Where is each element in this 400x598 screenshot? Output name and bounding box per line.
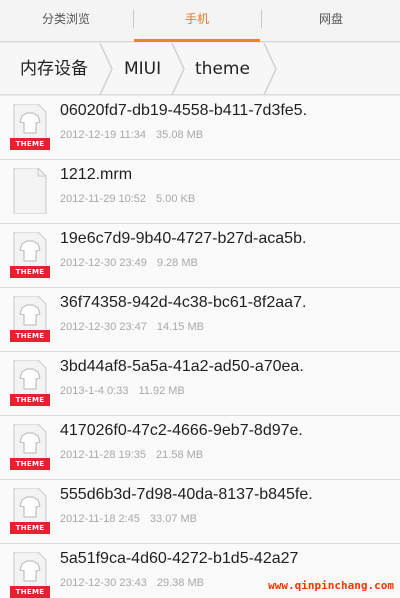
- list-item[interactable]: THEME 417026f0-47c2-4666-9eb7-8d97e. 201…: [0, 416, 400, 480]
- file-meta: 2013-1-4 0:33 11.92 MB: [60, 385, 185, 397]
- theme-badge: THEME: [10, 458, 50, 470]
- file-name: 555d6b3d-7d98-40da-8137-b845fe.: [60, 486, 313, 503]
- file-size: 5.00 KB: [156, 193, 196, 205]
- tab-phone[interactable]: 手机: [134, 0, 260, 42]
- tab-label: 分类浏览: [41, 12, 90, 26]
- file-meta: 2012-12-30 23:43 29.38 MB: [60, 577, 204, 589]
- file-name: 06020fd7-db19-4558-b411-7d3fe5.: [60, 102, 308, 119]
- file-size: 14.15 MB: [156, 321, 204, 333]
- file-size: 33.07 MB: [149, 513, 198, 525]
- breadcrumb: 内存设备 MIUI theme: [0, 43, 400, 95]
- file-icon: [10, 167, 50, 215]
- chevron-right-icon: [263, 43, 277, 95]
- file-name: 3bd44af8-5a5a-41a2-ad50-a70ea.: [60, 358, 304, 375]
- file-meta: 2012-12-30 23:47 14.15 MB: [60, 321, 204, 333]
- file-meta: 2012-12-30 23:49 9.28 MB: [60, 257, 198, 269]
- breadcrumb-item-internal-storage[interactable]: 内存设备: [20, 43, 88, 95]
- file-name: 1212.mrm: [60, 166, 133, 183]
- breadcrumb-label: MIUI: [124, 59, 162, 79]
- file-meta: 2012-11-18 2:45 33.07 MB: [60, 513, 197, 525]
- breadcrumb-label: theme: [195, 59, 250, 79]
- tab-cloud-drive[interactable]: 网盘: [262, 0, 400, 42]
- list-item[interactable]: THEME 36f74358-942d-4c38-bc61-8f2aa7. 20…: [0, 288, 400, 352]
- file-size: 9.28 MB: [156, 257, 198, 269]
- theme-badge: THEME: [10, 586, 50, 598]
- theme-badge: THEME: [10, 522, 50, 534]
- theme-file-icon: THEME: [10, 423, 50, 471]
- theme-file-icon: THEME: [10, 295, 50, 343]
- file-date: 2013-1-4 0:33: [60, 385, 129, 397]
- watermark: www.qinpinchang.com: [268, 579, 394, 592]
- file-date: 2012-12-30 23:43: [60, 577, 147, 589]
- list-item[interactable]: THEME 19e6c7d9-9b40-4727-b27d-aca5b. 201…: [0, 224, 400, 288]
- list-item[interactable]: THEME 3bd44af8-5a5a-41a2-ad50-a70ea. 201…: [0, 352, 400, 416]
- theme-file-icon: THEME: [10, 487, 50, 535]
- file-size: 11.92 MB: [138, 385, 185, 397]
- theme-badge: THEME: [10, 266, 50, 278]
- file-size: 29.38 MB: [156, 577, 204, 589]
- chevron-right-icon: [171, 43, 185, 95]
- file-meta: 2012-12-19 11:34 35.08 MB: [60, 129, 203, 141]
- theme-file-icon: THEME: [10, 551, 50, 598]
- file-name: 5a51f9ca-4d60-4272-b1d5-42a27: [60, 550, 299, 567]
- list-item[interactable]: THEME 06020fd7-db19-4558-b411-7d3fe5. 20…: [0, 96, 400, 160]
- file-date: 2012-11-29 10:52: [60, 193, 147, 205]
- breadcrumb-item-theme[interactable]: theme: [195, 43, 250, 95]
- theme-badge: THEME: [10, 394, 50, 406]
- tab-label: 手机: [184, 12, 209, 26]
- tab-label: 网盘: [318, 12, 343, 26]
- active-tab-indicator: [134, 39, 260, 42]
- theme-file-icon: THEME: [10, 231, 50, 279]
- file-date: 2012-12-30 23:49: [60, 257, 147, 269]
- theme-badge: THEME: [10, 138, 50, 150]
- tab-category-browse[interactable]: 分类浏览: [0, 0, 132, 42]
- file-date: 2012-11-28 19:35: [60, 449, 147, 461]
- list-item[interactable]: 1212.mrm 2012-11-29 10:52 5.00 KB: [0, 160, 400, 224]
- file-name: 417026f0-47c2-4666-9eb7-8d97e.: [60, 422, 303, 439]
- breadcrumb-item-miui[interactable]: MIUI: [124, 43, 161, 95]
- top-tab-bar: 分类浏览 手机 网盘: [0, 0, 400, 42]
- file-meta: 2012-11-28 19:35 21.58 MB: [60, 449, 203, 461]
- breadcrumb-label: 内存设备: [20, 59, 88, 79]
- theme-badge: THEME: [10, 330, 50, 342]
- file-size: 21.58 MB: [156, 449, 204, 461]
- file-date: 2012-12-30 23:47: [60, 321, 147, 333]
- file-list: THEME 06020fd7-db19-4558-b411-7d3fe5. 20…: [0, 96, 400, 598]
- theme-file-icon: THEME: [10, 103, 50, 151]
- list-item[interactable]: THEME 555d6b3d-7d98-40da-8137-b845fe. 20…: [0, 480, 400, 544]
- file-name: 36f74358-942d-4c38-bc61-8f2aa7.: [60, 294, 307, 311]
- chevron-right-icon: [99, 43, 113, 95]
- file-date: 2012-12-19 11:34: [60, 129, 147, 141]
- file-size: 35.08 MB: [156, 129, 204, 141]
- file-name: 19e6c7d9-9b40-4727-b27d-aca5b.: [60, 230, 307, 247]
- file-meta: 2012-11-29 10:52 5.00 KB: [60, 193, 195, 205]
- theme-file-icon: THEME: [10, 359, 50, 407]
- file-date: 2012-11-18 2:45: [60, 513, 140, 525]
